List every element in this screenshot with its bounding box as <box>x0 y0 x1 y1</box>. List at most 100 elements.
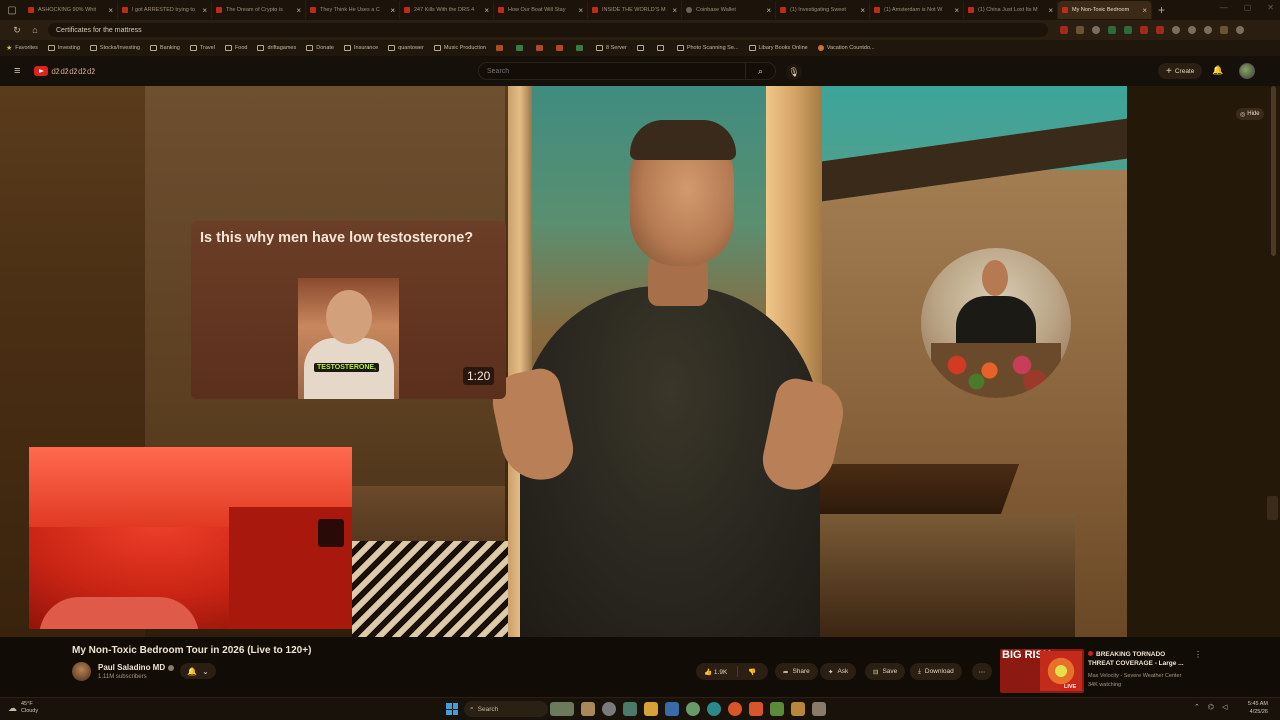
browser-tab[interactable]: How Our Boat Will Stay × <box>494 1 588 19</box>
channel-avatar[interactable] <box>72 662 91 681</box>
browser-tab[interactable]: (1) Amsterdam is Not W × <box>870 1 964 19</box>
workspaces-icon[interactable]: ▢ <box>4 3 20 17</box>
favorites-item[interactable]: Stocks/Investing <box>89 45 140 51</box>
app-icon[interactable] <box>686 702 700 716</box>
close-tab-icon[interactable]: × <box>954 6 959 15</box>
favorites-item[interactable]: Investing <box>47 45 80 51</box>
close-tab-icon[interactable]: × <box>672 6 677 15</box>
extension-icon[interactable] <box>1060 26 1068 34</box>
browser-tab[interactable]: (1) China Just Lost Its M × <box>964 1 1058 19</box>
extension-icon[interactable] <box>1124 26 1132 34</box>
account-avatar[interactable] <box>1239 63 1255 79</box>
address-input[interactable]: Certificates for the mattress <box>48 23 1048 37</box>
store-icon[interactable] <box>665 702 679 716</box>
favorites-item[interactable]: Photo Scanning Se... <box>676 45 739 51</box>
menu-icon[interactable]: ≡ <box>14 65 20 77</box>
sidebar-toggle[interactable] <box>1267 496 1278 520</box>
favorites-item[interactable]: Banking <box>149 45 180 51</box>
new-tab-icon[interactable]: + <box>1158 3 1165 17</box>
extension-icon[interactable] <box>1108 26 1116 34</box>
brave-browser-icon[interactable] <box>749 702 763 716</box>
edge-browser-icon[interactable] <box>707 702 721 716</box>
favorites-item[interactable]: quantower <box>388 45 424 51</box>
browser-tab[interactable]: INSIDE THE WORLD'S M × <box>588 1 682 19</box>
browser-tab-active[interactable]: My Non-Toxic Bedroom × <box>1058 1 1152 19</box>
favorites-item[interactable]: ★ Favorites <box>6 44 38 52</box>
dislike-button[interactable]: 👎 <box>748 668 756 676</box>
close-tab-icon[interactable]: × <box>578 6 583 15</box>
extension-icon[interactable] <box>1092 26 1100 34</box>
page-scrollbar[interactable] <box>1271 86 1276 256</box>
live-video-thumbnail[interactable]: BIG RISK LIVE <box>1000 649 1084 693</box>
save-button[interactable]: ⊟ Save <box>865 663 906 680</box>
minimize-icon[interactable]: — <box>1220 3 1228 12</box>
favorites-item[interactable]: driftagames <box>257 45 296 51</box>
voice-search-icon[interactable]: 🎙 <box>786 64 802 80</box>
network-icon[interactable]: ⌬ <box>1208 703 1214 711</box>
reload-icon[interactable]: ↻ <box>8 25 26 36</box>
firefox-icon[interactable] <box>728 702 742 716</box>
favorites-item[interactable]: Music Production <box>433 45 486 51</box>
favorites-item[interactable]: Libary Books Online <box>748 45 808 51</box>
hide-cards-button[interactable]: ◎ Hide <box>1236 108 1264 120</box>
extension-icon[interactable] <box>1188 26 1196 34</box>
favorites-item[interactable]: Donate <box>306 45 334 51</box>
app-icon[interactable] <box>791 702 805 716</box>
profile-icon[interactable] <box>1220 26 1228 34</box>
widgets-icon[interactable] <box>550 702 574 716</box>
more-menu-icon[interactable] <box>1236 26 1244 34</box>
live-channel-name[interactable]: Max Velocity - Severe Weather Center <box>1088 672 1181 681</box>
browser-tab[interactable]: ASHOCKING 90% Whit × <box>24 1 118 19</box>
close-tab-icon[interactable]: × <box>1142 6 1147 15</box>
end-card-channel[interactable] <box>921 248 1071 398</box>
close-tab-icon[interactable]: × <box>1048 6 1053 15</box>
extension-icon[interactable] <box>1076 26 1084 34</box>
favorites-icon-only[interactable] <box>636 45 647 51</box>
more-actions-button[interactable]: ⋯ <box>972 663 992 680</box>
ask-button[interactable]: ✦ Ask <box>820 663 857 680</box>
app-icon[interactable] <box>623 702 637 716</box>
favorites-item[interactable]: Insurance <box>343 45 378 51</box>
close-window-icon[interactable]: ✕ <box>1267 3 1274 12</box>
start-button[interactable] <box>446 703 458 715</box>
close-tab-icon[interactable]: × <box>202 6 207 15</box>
download-button[interactable]: ⤓ Download <box>910 663 962 680</box>
notifications-bell-icon[interactable]: 🔔 <box>1212 65 1223 76</box>
close-tab-icon[interactable]: × <box>484 6 489 15</box>
task-view-icon[interactable] <box>581 702 595 716</box>
browser-tab[interactable]: Coinbase Wallet × <box>682 1 776 19</box>
channel-name[interactable]: Paul Saladino MD <box>98 663 175 672</box>
weather-widget[interactable]: ☁ 45°F Cloudy <box>8 701 38 715</box>
extension-icon[interactable] <box>1140 26 1148 34</box>
extension-icon[interactable] <box>1156 26 1164 34</box>
chevron-up-icon[interactable]: ⌃ <box>1194 703 1200 711</box>
close-tab-icon[interactable]: × <box>766 6 771 15</box>
close-tab-icon[interactable]: × <box>860 6 865 15</box>
browser-tab[interactable]: The Dream of Crypto is × <box>212 1 306 19</box>
favorites-icon-only[interactable] <box>656 45 667 51</box>
favorites-item[interactable]: Food <box>224 45 247 51</box>
create-button[interactable]: + Create <box>1158 63 1203 79</box>
youtube-logo[interactable]: ǆǆǆǆǆ <box>34 66 95 76</box>
settings-gear-icon[interactable] <box>602 702 616 716</box>
more-vertical-icon[interactable]: ⋮ <box>1194 650 1202 659</box>
close-tab-icon[interactable]: × <box>108 6 113 15</box>
extension-icon[interactable] <box>1204 26 1212 34</box>
volume-icon[interactable]: ◁ <box>1222 703 1227 711</box>
favorites-icon-only[interactable] <box>516 45 526 51</box>
browser-tab[interactable]: 247 Kills With the DRS 4 × <box>400 1 494 19</box>
favorites-icon-only[interactable] <box>556 45 566 51</box>
maximize-icon[interactable]: ▢ <box>1244 3 1252 12</box>
favorites-item[interactable]: 8 Server <box>596 45 627 51</box>
close-tab-icon[interactable]: × <box>390 6 395 15</box>
like-button[interactable]: 👍 1.9K <box>704 668 727 676</box>
app-icon[interactable] <box>812 702 826 716</box>
browser-tab[interactable]: (1) Investigating Sweet × <box>776 1 870 19</box>
end-card-video[interactable]: Is this why men have low testosterone? T… <box>191 221 506 399</box>
live-video-title[interactable]: BREAKING TORNADO THREAT COVERAGE - Large… <box>1088 650 1188 668</box>
favorites-item[interactable]: Vacation Countdo... <box>817 45 875 51</box>
favorites-icon-only[interactable] <box>536 45 546 51</box>
subscribed-notifications-button[interactable]: 🔔 ⌄ <box>180 663 216 679</box>
browser-tab[interactable]: They Think He Uses a C × <box>306 1 400 19</box>
video-player[interactable]: Is this why men have low testosterone? T… <box>0 86 1280 637</box>
